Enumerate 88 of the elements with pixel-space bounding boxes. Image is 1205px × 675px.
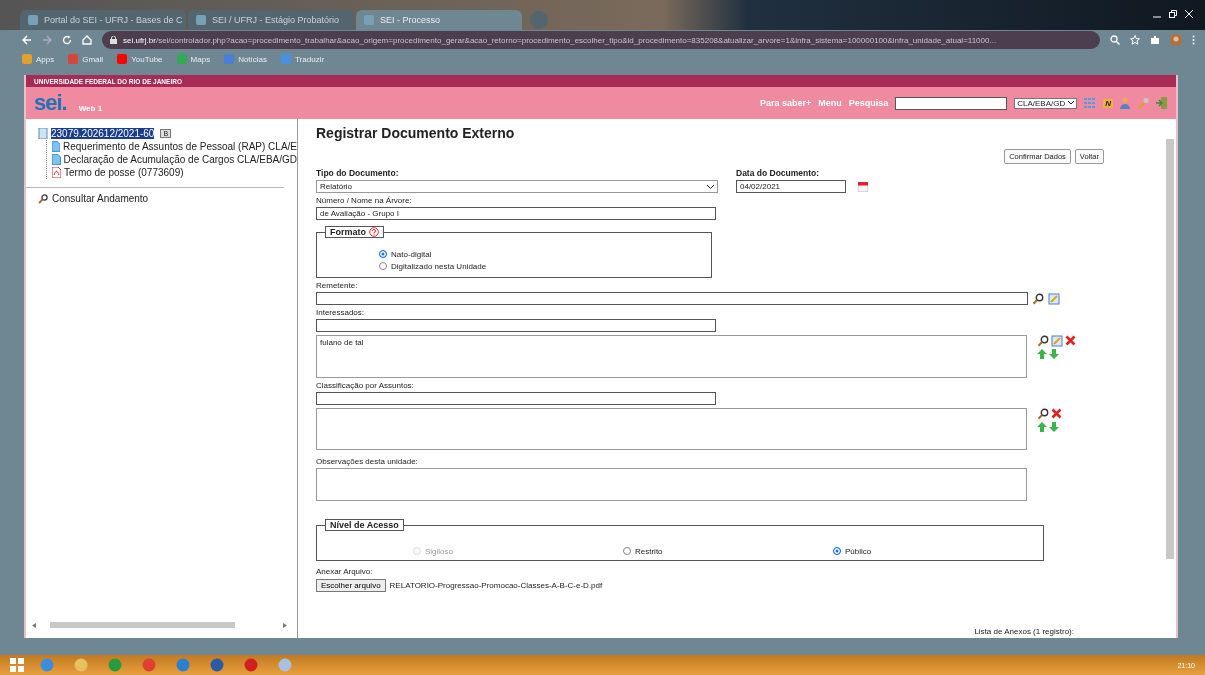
restore-icon[interactable]	[1169, 10, 1177, 18]
taskbar-app-icon[interactable]	[244, 658, 258, 672]
unit-select[interactable]: CLA/EBA/GD	[1014, 97, 1078, 109]
browser-tab[interactable]: Portal do SEI - UFRJ - Bases de C	[20, 10, 186, 30]
radio-button[interactable]	[833, 547, 841, 555]
radio-label: Nato-digital	[391, 249, 432, 259]
search-field[interactable]	[895, 96, 1008, 110]
bookmark[interactable]: Gmail	[68, 54, 104, 64]
interested-list[interactable]: fulano de tal	[316, 335, 1027, 378]
field-label: Anexar Arquivo:	[316, 567, 374, 576]
avatar-icon[interactable]	[1170, 34, 1182, 46]
document-icon	[52, 141, 60, 152]
notes-field[interactable]	[316, 468, 1027, 501]
taskbar-app-icon[interactable]	[108, 658, 122, 672]
browser-tab[interactable]: SEI / UFRJ - Estágio Probatório	[188, 10, 354, 30]
arrow-down-icon[interactable]	[1049, 422, 1059, 432]
taskbar-app-icon[interactable]	[142, 658, 156, 672]
exit-icon[interactable]	[1156, 97, 1168, 109]
field-label: Classificação por Assuntos:	[316, 381, 415, 390]
system-subtitle: Web 1	[78, 103, 103, 113]
forward-icon[interactable]	[42, 35, 52, 45]
interested-field[interactable]	[316, 319, 716, 332]
file-name: RELATORIO-Progressao-Promocao-Classes-A-B-C-e-D.pdf	[389, 581, 603, 590]
process-icon	[38, 127, 48, 139]
start-icon[interactable]	[10, 658, 24, 672]
arrow-up-icon[interactable]	[1037, 422, 1047, 432]
field-label: Tipo do Documento:	[316, 168, 400, 178]
caret-icon	[1068, 101, 1075, 105]
zoom-icon[interactable]	[1110, 35, 1120, 45]
radio-label: Restrito	[635, 546, 663, 556]
scroll-right-icon[interactable]	[283, 622, 287, 628]
document-icon	[52, 154, 61, 165]
process-number[interactable]: 23079.202612/2021-60	[51, 127, 155, 139]
arrow-up-icon[interactable]	[1037, 349, 1047, 359]
attachments-caption: Lista de Anexos (1 registro):	[974, 627, 1074, 636]
choose-file-button[interactable]: Escolher arquivo	[316, 579, 386, 592]
radio-button[interactable]	[379, 250, 387, 258]
taskbar-app-icon[interactable]	[74, 658, 88, 672]
calendar-icon[interactable]	[858, 181, 868, 192]
radio-label: Sigiloso	[425, 546, 453, 556]
sender-field[interactable]	[316, 292, 1028, 305]
help-icon[interactable]	[369, 227, 379, 237]
tree-item[interactable]: Termo de posse (0773609)	[52, 166, 297, 179]
puzzle-icon[interactable]	[1150, 35, 1160, 45]
tree-item[interactable]: Requerimento de Assuntos de Pessoal (RAP) CLA/E	[52, 140, 297, 153]
taskbar-app-icon[interactable]	[278, 658, 292, 672]
arrow-down-icon[interactable]	[1049, 349, 1059, 359]
close-icon[interactable]	[1185, 10, 1193, 18]
search-icon[interactable]	[1037, 408, 1049, 420]
reload-icon[interactable]	[62, 35, 72, 45]
consult-link[interactable]: Consultar Andamento	[52, 193, 149, 204]
taskbar-app-icon[interactable]	[210, 658, 224, 672]
group-legend: Nível de Acesso	[325, 519, 404, 531]
subject-field[interactable]	[316, 392, 716, 405]
more-icon[interactable]	[1192, 35, 1195, 45]
remove-icon[interactable]	[1065, 335, 1076, 346]
lock-icon	[110, 36, 117, 44]
radio-label: Público	[845, 546, 872, 556]
taskbar-app-icon[interactable]	[176, 658, 190, 672]
notes-badge[interactable]: N	[1103, 98, 1113, 108]
radio-button[interactable]	[623, 547, 631, 555]
field-label: Interessados:	[316, 308, 366, 317]
horizontal-scrollbar[interactable]	[32, 622, 287, 628]
taskbar-app-icon[interactable]	[40, 658, 54, 672]
back-icon[interactable]	[22, 35, 32, 45]
field-label: Número / Nome na Árvore:	[316, 196, 413, 205]
name-field[interactable]: de Avaliação - Grupo I	[316, 207, 716, 220]
star-icon[interactable]	[1130, 35, 1140, 45]
field-label: Observações desta unidade:	[316, 457, 419, 466]
page-title: Registrar Documento Externo	[316, 125, 516, 141]
radio-label: Digitalizado nesta Unidade	[391, 261, 487, 271]
scroll-left-icon[interactable]	[32, 622, 36, 628]
caret-icon	[707, 184, 714, 189]
search-icon[interactable]	[1032, 292, 1044, 305]
remove-icon[interactable]	[1051, 408, 1062, 419]
search-icon[interactable]	[1037, 335, 1049, 347]
radio-button[interactable]	[379, 262, 387, 270]
pdf-icon	[52, 167, 61, 178]
field-label: Data do Documento:	[736, 168, 821, 178]
tree-item[interactable]: Declaração de Acumulação de Cargos CLA/EBA/GD	[52, 153, 297, 166]
document-type-select[interactable]: Relatório	[316, 180, 718, 193]
date-field[interactable]: 04/02/2021	[736, 180, 846, 193]
group-legend: Formato	[325, 226, 384, 238]
address-bar[interactable]: sei.ufrj.br/sei/controlador.php?acao=procedimento_trabalhar&acao_origem=procedimento_gerar&acao_retorno=procedimento_escolher_tipo&id_procedimento=835208&atualizar_arvore=1&infra_sistema=100000100&infra_unidade_atual=11000...	[102, 31, 1100, 49]
field-label: Remetente:	[316, 281, 359, 290]
user-icon[interactable]	[1120, 97, 1130, 109]
search-icon[interactable]	[38, 193, 48, 204]
home-icon[interactable]	[82, 35, 92, 45]
